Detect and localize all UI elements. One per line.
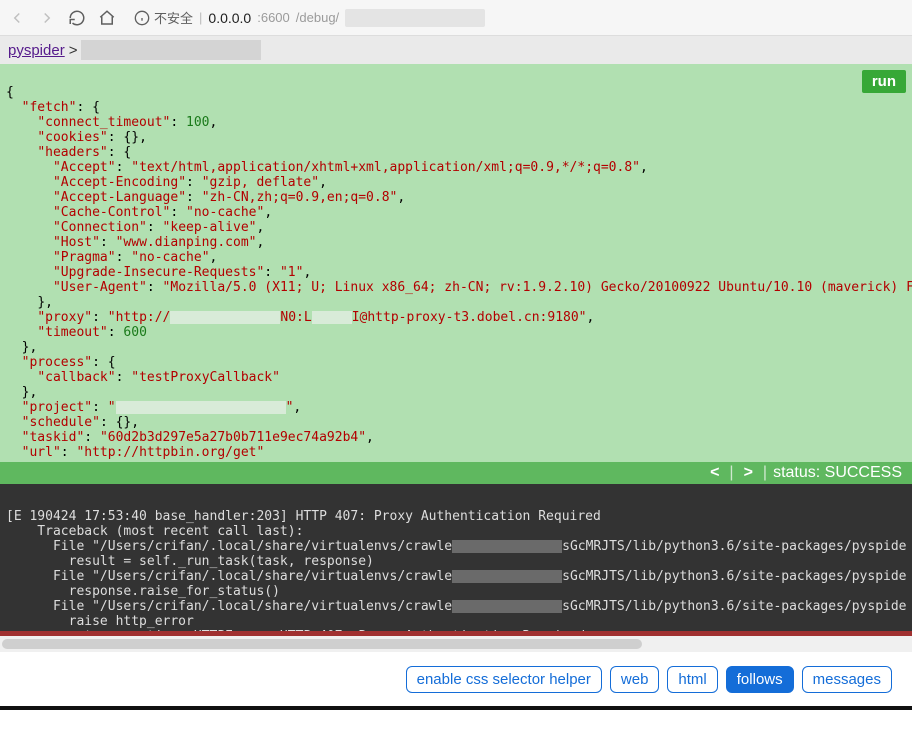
- browser-toolbar: 不安全 | 0.0.0.0:6600/debug/: [0, 0, 912, 36]
- breadcrumb-project-redacted: [81, 40, 261, 60]
- url-redacted: [345, 9, 485, 27]
- tab-follows[interactable]: follows: [726, 666, 794, 693]
- breadcrumb: pyspider >: [0, 36, 912, 64]
- proxy-redacted-2: [312, 311, 352, 324]
- log-redacted-3: [452, 600, 562, 613]
- prev-task-button[interactable]: <: [706, 464, 723, 482]
- url-path: /debug/: [296, 10, 339, 25]
- enable-css-selector-button[interactable]: enable css selector helper: [406, 666, 602, 693]
- horizontal-scrollbar[interactable]: [0, 636, 912, 652]
- security-label: 不安全: [154, 8, 193, 27]
- tab-html[interactable]: html: [667, 666, 717, 693]
- forward-button[interactable]: [38, 9, 56, 27]
- home-button[interactable]: [98, 9, 116, 27]
- result-tab-bar: enable css selector helper web html foll…: [0, 652, 912, 706]
- tab-messages[interactable]: messages: [802, 666, 892, 693]
- next-task-button[interactable]: >: [740, 464, 757, 482]
- reload-button[interactable]: [68, 9, 86, 27]
- status-bar: < | > | status: SUCCESS: [0, 462, 912, 484]
- task-json-editor[interactable]: run{ "fetch": { "connect_timeout": 100, …: [0, 64, 912, 462]
- tab-web[interactable]: web: [610, 666, 660, 693]
- proxy-redacted-1: [170, 311, 280, 324]
- info-icon: [134, 10, 150, 26]
- run-button[interactable]: run: [862, 70, 906, 93]
- footer-divider: [0, 706, 912, 710]
- log-redacted-2: [452, 570, 562, 583]
- url-port: :6600: [257, 10, 290, 25]
- status-label: status: SUCCESS: [773, 464, 902, 482]
- scrollbar-thumb[interactable]: [2, 639, 642, 649]
- breadcrumb-home-link[interactable]: pyspider: [8, 42, 65, 59]
- address-bar[interactable]: 不安全 | 0.0.0.0:6600/debug/: [128, 4, 904, 32]
- log-redacted-1: [452, 540, 562, 553]
- url-host: 0.0.0.0: [208, 10, 251, 26]
- project-redacted: [116, 401, 286, 414]
- back-button[interactable]: [8, 9, 26, 27]
- security-indicator[interactable]: 不安全: [134, 8, 193, 27]
- log-output: [E 190424 17:53:40 base_handler:203] HTT…: [0, 484, 912, 636]
- breadcrumb-sep: >: [69, 42, 78, 59]
